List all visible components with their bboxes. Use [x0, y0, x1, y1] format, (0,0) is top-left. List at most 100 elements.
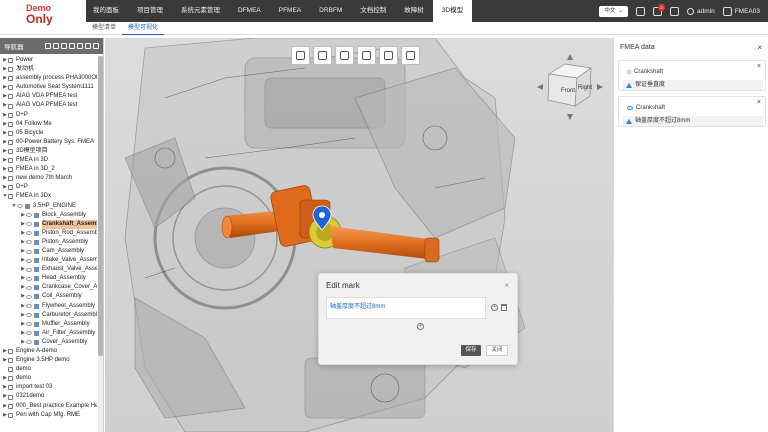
structure-tree-button[interactable]: [291, 46, 310, 65]
eye-icon[interactable]: [17, 204, 23, 209]
close-icon[interactable]: ×: [504, 281, 509, 290]
settings-icon[interactable]: [69, 43, 75, 49]
nav-item[interactable]: 系统元素管理: [172, 0, 229, 22]
navigation-cube[interactable]: Front Right: [535, 52, 605, 122]
tree-item[interactable]: ▶ Pen with Cap Mfg. RME: [0, 411, 97, 420]
eye-icon[interactable]: [26, 340, 32, 345]
save-button[interactable]: 保存: [461, 345, 481, 356]
eye-icon[interactable]: [26, 304, 32, 309]
upload-icon[interactable]: [77, 43, 83, 49]
tree-item[interactable]: ▶Intake_Valve_Assembly: [0, 256, 97, 265]
eye-icon[interactable]: [26, 331, 32, 336]
close-icon[interactable]: ×: [757, 63, 761, 70]
tree-item[interactable]: ▶Crankcase_Cover_Assembly: [0, 283, 97, 292]
tree-item[interactable]: ▶ new demo 7th March: [0, 174, 97, 183]
tree-item[interactable]: ▶ D+P: [0, 111, 97, 120]
add-icon[interactable]: [45, 43, 51, 49]
trash-icon[interactable]: [501, 304, 507, 311]
tree-item[interactable]: ▶ Automotive Seat System1111: [0, 83, 97, 92]
nav-item[interactable]: 3D模型: [432, 0, 473, 22]
close-button[interactable]: 关闭: [486, 345, 508, 356]
eye-icon[interactable]: [26, 258, 32, 263]
tree-item[interactable]: ▶Exhaust_Valve_Assembly: [0, 265, 97, 274]
tree-item[interactable]: ▶ 3D模型项目: [0, 147, 97, 156]
nav-item[interactable]: PFMEA: [270, 0, 310, 22]
language-select[interactable]: 中文 ⌄: [599, 5, 628, 17]
document-button[interactable]: [379, 46, 398, 65]
tree-item[interactable]: ▶ FMEA in 3D: [0, 156, 97, 165]
eye-icon[interactable]: [26, 313, 32, 318]
fmea-card[interactable]: × Crankshaft 保证垂直度: [618, 60, 766, 91]
nav-item[interactable]: 故障树: [395, 0, 433, 22]
lock-icon[interactable]: [669, 6, 679, 16]
visibility-off-icon[interactable]: [627, 70, 631, 74]
eye-icon[interactable]: [26, 322, 32, 327]
add-row-icon[interactable]: +: [417, 323, 424, 330]
project-menu[interactable]: FMEA03: [722, 6, 760, 16]
eye-icon[interactable]: [26, 249, 32, 254]
tree-item[interactable]: ▶ Block_Assembly: [0, 211, 97, 220]
eye-icon[interactable]: [26, 276, 32, 281]
tree-item[interactable]: ▶ Piston_Rod_Assembly: [0, 229, 97, 238]
tree-item[interactable]: ▶ 05 Bicycle: [0, 129, 97, 138]
eye-icon[interactable]: [26, 267, 32, 272]
tree-item[interactable]: ▶ Head_Assembly: [0, 274, 97, 283]
tree-item[interactable]: ▶ AIAG VDA PFMEA test: [0, 101, 97, 110]
tree-item[interactable]: ▶ Engine A-demo: [0, 347, 97, 356]
eye-icon[interactable]: [26, 240, 32, 245]
tree-item[interactable]: ▶ Power: [0, 56, 97, 65]
tree-item[interactable]: ▶ 发动机: [0, 65, 97, 74]
filter-icon[interactable]: [53, 43, 59, 49]
eye-icon[interactable]: [26, 222, 32, 227]
window-icon[interactable]: [635, 6, 645, 16]
mark-text-input[interactable]: 轴盖厚度不超过8mm: [326, 297, 486, 319]
fmea-card[interactable]: × Crankshaft 轴盖厚度不超过8mm: [618, 96, 766, 127]
tree-item[interactable]: ▶ 04 Follow Me: [0, 120, 97, 129]
tree-item[interactable]: ▶ FMEA in 3D_2: [0, 165, 97, 174]
close-icon[interactable]: ×: [757, 43, 762, 52]
nav-item[interactable]: DRBFM: [310, 0, 351, 22]
tree-item[interactable]: ▶ 00-Power Battery Sys. FMEA: [0, 138, 97, 147]
tree-item[interactable]: ▶ Piston_Assembly: [0, 238, 97, 247]
tree-item[interactable]: ▶ AIAG VDA PFMEA test: [0, 92, 97, 101]
tree-item[interactable]: ▶ Cover_Assembly: [0, 338, 97, 347]
nav-item[interactable]: 项目管理: [128, 0, 172, 22]
tree-item[interactable]: ▶ assembly process PHA3000OF: [0, 74, 97, 83]
edit-note-button[interactable]: [401, 46, 420, 65]
tree-item[interactable]: ▶ Engine 3.5HP demo: [0, 356, 97, 365]
eye-icon[interactable]: [627, 106, 633, 110]
nav-item[interactable]: DFMEA: [229, 0, 270, 22]
eye-icon[interactable]: [26, 285, 32, 290]
delete-icon[interactable]: [85, 43, 91, 49]
tree-item[interactable]: ▶ import test 03: [0, 383, 97, 392]
zoom-button[interactable]: [335, 46, 354, 65]
nav-item[interactable]: 我的面板: [84, 0, 128, 22]
tree-item[interactable]: ▶ demo: [0, 374, 97, 383]
tree-item[interactable]: ▶ Coil_Assembly: [0, 292, 97, 301]
tree-item[interactable]: ▶ D+P: [0, 183, 97, 192]
tree-item[interactable]: ▶Crankshaft_Assembly: [0, 219, 97, 229]
tree-item[interactable]: ▶ Flywheel_Assembly: [0, 302, 97, 311]
tree-item[interactable]: ▶ 0321demo: [0, 392, 97, 401]
eye-icon[interactable]: [26, 213, 32, 218]
refresh-icon[interactable]: [61, 43, 67, 49]
tree-item[interactable]: ▶ 000_Best practice Example Head: [0, 402, 97, 411]
user-menu[interactable]: admin: [686, 7, 715, 15]
tree-item[interactable]: ▶ Muffler_Assembly: [0, 320, 97, 329]
close-icon[interactable]: ×: [757, 99, 761, 106]
sub-tab[interactable]: 模型清单: [86, 22, 122, 35]
grid-icon[interactable]: [93, 43, 99, 49]
eye-icon[interactable]: [26, 231, 32, 236]
bell-icon[interactable]: 2: [652, 3, 665, 16]
sidebar-scrollbar[interactable]: [98, 56, 103, 432]
add-item-icon[interactable]: +: [491, 304, 498, 311]
scrollbar-thumb[interactable]: [98, 56, 103, 356]
nav-item[interactable]: 文档控制: [351, 0, 395, 22]
fit-view-button[interactable]: [313, 46, 332, 65]
tree-item[interactable]: demo: [0, 365, 97, 374]
eye-icon[interactable]: [26, 294, 32, 299]
3d-viewport[interactable]: Front Right: [105, 38, 613, 432]
tree-item[interactable]: ▼ FMEA in 3Dx: [0, 192, 97, 201]
tree-item[interactable]: ▼ 3.5HP_ENGINE: [0, 202, 97, 211]
tree-item[interactable]: ▶ Air_Filter_Assembly: [0, 329, 97, 338]
